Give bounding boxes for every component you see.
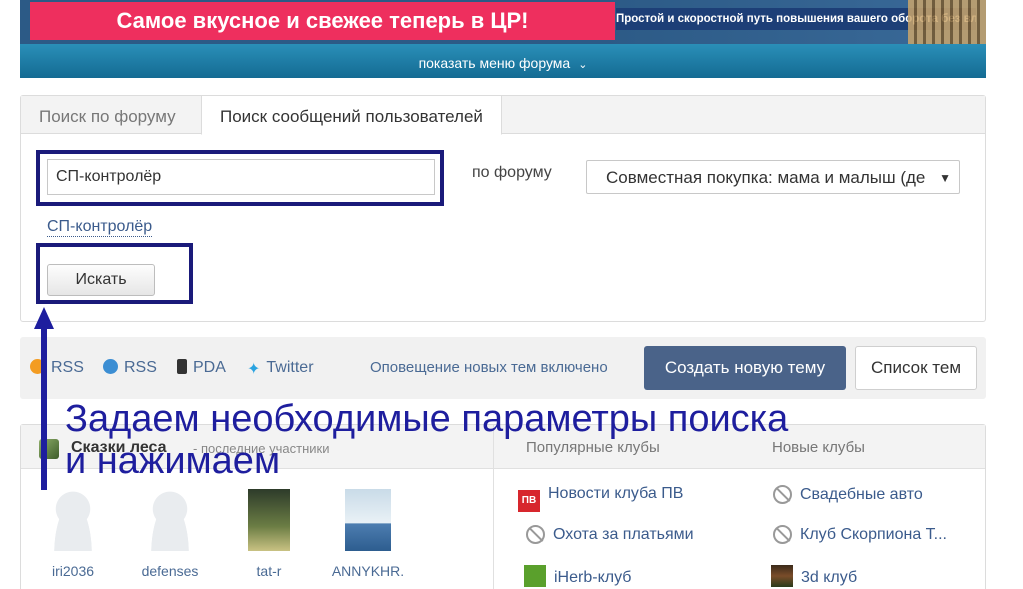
- club-name: Охота за платьями: [553, 526, 694, 543]
- avatar: [248, 489, 290, 551]
- club-name: iHerb-клуб: [554, 569, 632, 586]
- twitter-label: Twitter: [266, 359, 314, 376]
- ad-banner-left[interactable]: Самое вкусное и свежее теперь в ЦР!: [30, 2, 615, 40]
- new-club-link[interactable]: Свадебные авто: [773, 485, 923, 504]
- popular-club-link[interactable]: iHerb-клуб: [524, 565, 631, 587]
- pda-link[interactable]: PDA: [177, 359, 226, 377]
- banner-ad-area: Самое вкусное и свежее теперь в ЦР! Прос…: [20, 0, 986, 44]
- notify-new-topics-link[interactable]: Оповещение новых тем включено: [370, 359, 608, 376]
- forum-select[interactable]: Совместная покупка: мама и малыш (де ▼: [586, 160, 960, 194]
- phone-icon: [177, 359, 187, 374]
- dropdown-arrow-icon: ▼: [935, 161, 951, 193]
- avatar: [49, 489, 97, 551]
- avatar: [146, 489, 194, 551]
- popular-club-link[interactable]: ПВ Новости клуба ПВ: [518, 485, 683, 512]
- rss-label-2: RSS: [124, 359, 157, 376]
- member-item[interactable]: iri2036: [33, 489, 113, 579]
- new-club-link[interactable]: 3d клуб: [771, 565, 857, 587]
- forum-select-value: Совместная покупка: мама и малыш (де: [606, 168, 926, 187]
- club-name: Клуб Скорпиона Т...: [800, 526, 947, 543]
- popular-club-link[interactable]: Охота за платьями: [526, 525, 694, 544]
- forum-menu-label: показать меню форума: [418, 55, 571, 71]
- highlight-box-input: [36, 150, 444, 206]
- arrow-up-icon: [34, 307, 54, 490]
- member-item[interactable]: tat-r: [229, 489, 309, 579]
- top-banner: Самое вкусное и свежее теперь в ЦР! Прос…: [20, 0, 986, 78]
- chevron-down-icon: ⌄: [578, 59, 588, 71]
- links-bar: RSS RSS PDA ✦ Twitter Оповещение новых те…: [20, 337, 986, 399]
- search-panel: Поиск по форуму Поиск сообщений пользова…: [20, 95, 986, 322]
- no-image-icon: [773, 485, 792, 504]
- annotation-text: Задаем необходимые параметры поиска и на…: [65, 398, 788, 482]
- topic-list-button[interactable]: Список тем: [855, 346, 977, 390]
- annotation-line-2: и нажимаем: [65, 440, 281, 482]
- tab-user-messages-search[interactable]: Поиск сообщений пользователей: [201, 95, 502, 135]
- pda-label: PDA: [193, 359, 226, 376]
- iherb-logo-icon: [524, 565, 546, 587]
- club-name: 3d клуб: [801, 569, 858, 586]
- avatar: [345, 489, 391, 551]
- member-item[interactable]: defenses: [130, 489, 210, 579]
- twitter-link[interactable]: ✦ Twitter: [247, 359, 314, 379]
- member-name: iri2036: [51, 563, 95, 579]
- tab-forum-search[interactable]: Поиск по форуму: [21, 96, 194, 134]
- forum-label: по форуму: [472, 164, 552, 181]
- member-item[interactable]: ANNYKHR.: [328, 489, 408, 579]
- highlight-box-button: [36, 243, 193, 304]
- search-tabs: Поиск по форуму Поиск сообщений пользова…: [21, 95, 985, 135]
- club-name: Новости клуба ПВ: [548, 485, 684, 502]
- create-topic-button[interactable]: Создать новую тему: [644, 346, 846, 390]
- member-name: defenses: [141, 563, 199, 579]
- new-club-link[interactable]: Клуб Скорпиона Т...: [773, 525, 947, 544]
- member-name: tat-r: [256, 563, 282, 579]
- club-thumbnail-icon: [771, 565, 793, 587]
- forum-menu-toggle[interactable]: показать меню форума ⌄: [20, 44, 986, 78]
- user-suggestion-link[interactable]: СП-контролёр: [47, 218, 153, 237]
- annotation-line-1: Задаем необходимые параметры поиска: [65, 398, 789, 440]
- club-name: Свадебные авто: [800, 486, 923, 503]
- no-image-icon: [526, 525, 545, 544]
- member-name: ANNYKHR.: [331, 563, 405, 579]
- no-image-icon: [773, 525, 792, 544]
- twitter-bird-icon: ✦: [247, 361, 261, 378]
- rss-icon: [103, 359, 118, 374]
- pv-logo-icon: ПВ: [518, 490, 540, 512]
- rss-link-2[interactable]: RSS: [103, 359, 157, 377]
